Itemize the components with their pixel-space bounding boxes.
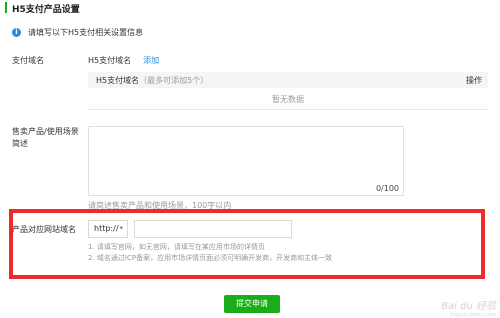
- add-domain-link[interactable]: 添加: [143, 55, 159, 66]
- protocol-select[interactable]: http:// ▾: [88, 220, 128, 238]
- column-hint: （最多可添加5个）: [139, 76, 209, 85]
- column-header-operation: 操作: [466, 76, 482, 85]
- info-notice: i 请填写以下H5支付相关设置信息: [12, 25, 143, 39]
- site-rules: 1. 请填写官网，如无官网，请填写在某应用市场的详情页 2. 域名通过ICP备案…: [88, 242, 332, 264]
- domain-header: H5支付域名 添加: [88, 55, 159, 66]
- section-header: H5支付产品设置: [0, 0, 500, 16]
- site-domain-label: 产品对应网站域名: [12, 225, 76, 234]
- watermark-logo: Bai du 经验: [441, 301, 496, 312]
- rule-item: 2. 域名通过ICP备案，应用市场详情页面必须可明确开发商，开发商和主体一致: [88, 254, 333, 262]
- site-url-input[interactable]: [134, 220, 292, 238]
- description-textarea[interactable]: 0/100: [88, 126, 404, 196]
- protocol-value: http://: [94, 224, 119, 233]
- char-counter: 0/100: [375, 184, 399, 193]
- domain-table: H5支付域名（最多可添加5个） 操作 暂无数据: [88, 72, 488, 110]
- submit-button[interactable]: 提交申请: [224, 295, 280, 313]
- notice-text: 请填写以下H5支付相关设置信息: [28, 27, 144, 37]
- section-title: H5支付产品设置: [12, 5, 80, 15]
- watermark-sub: jingyan.baidu.com: [449, 312, 496, 318]
- domain-label: 支付域名: [12, 56, 44, 65]
- domain-name: H5支付域名: [88, 56, 132, 65]
- rule-item: 1. 请填写官网，如无官网，请填写在某应用市场的详情页: [88, 243, 265, 251]
- column-header-domain: H5支付域名（最多可添加5个）: [96, 76, 209, 85]
- section-accent-bar: [5, 2, 7, 13]
- description-label: 售卖产品/使用场景 简述: [12, 127, 79, 148]
- table-empty-text: 暂无数据: [272, 95, 304, 104]
- table-header: H5支付域名（最多可添加5个） 操作: [88, 72, 488, 88]
- info-icon: i: [12, 27, 21, 37]
- chevron-down-icon: ▾: [119, 224, 123, 232]
